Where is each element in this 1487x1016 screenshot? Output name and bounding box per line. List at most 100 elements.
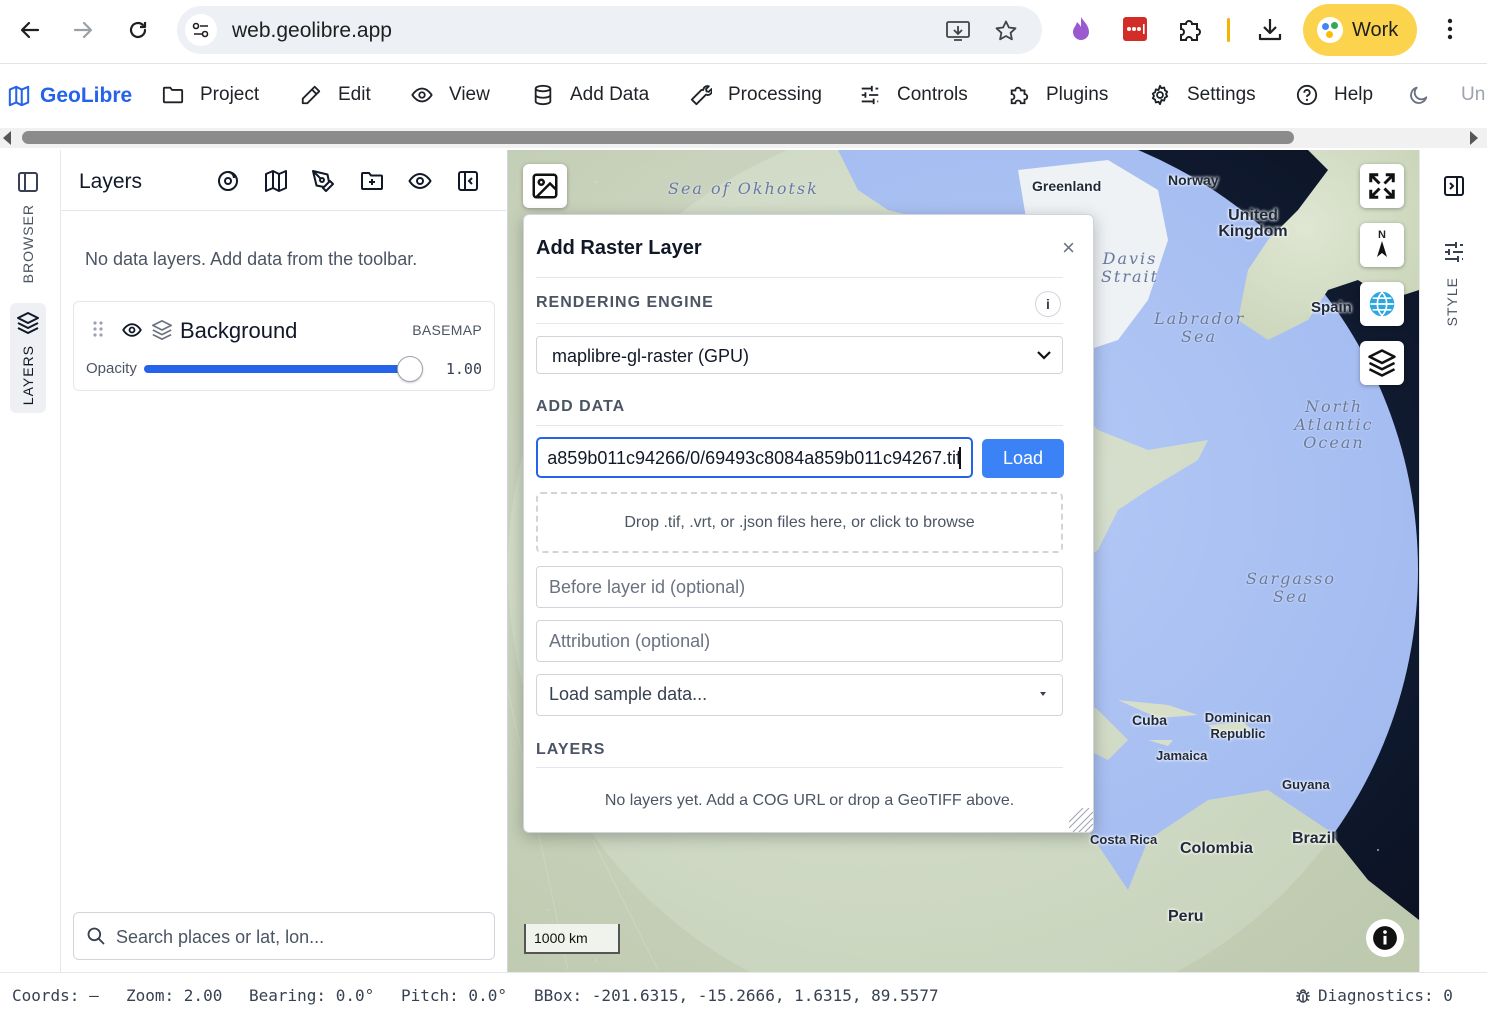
basemap-button[interactable] xyxy=(262,167,290,195)
theme-toggle-button[interactable] xyxy=(1408,84,1430,106)
eye-icon[interactable] xyxy=(121,320,143,340)
collapse-panel-button[interactable] xyxy=(454,167,482,195)
chevron-down-icon xyxy=(1037,351,1051,360)
before-layer-input[interactable] xyxy=(549,576,1049,598)
globe-projection-button[interactable] xyxy=(1360,282,1404,326)
menu-label: Add Data xyxy=(570,84,650,105)
rendering-engine-select[interactable]: maplibre-gl-raster (GPU) xyxy=(536,336,1063,374)
menu-add-data[interactable]: Add Data xyxy=(532,84,649,106)
forward-button[interactable] xyxy=(65,12,101,48)
menu-processing[interactable]: Processing xyxy=(690,84,822,106)
text-caret xyxy=(959,447,961,469)
cog-url-field[interactable] xyxy=(536,437,973,478)
folder-plus-icon xyxy=(361,172,383,190)
close-icon[interactable]: × xyxy=(1062,235,1075,261)
profile-avatar-icon xyxy=(1317,17,1343,43)
resize-handle-icon[interactable] xyxy=(1069,808,1093,832)
fullscreen-icon xyxy=(1369,173,1395,199)
tab-style-label[interactable]: STYLE xyxy=(1444,277,1460,326)
horizontal-scrollbar[interactable] xyxy=(0,128,1487,148)
menu-edit[interactable]: Edit xyxy=(300,84,371,106)
menu-label: Project xyxy=(200,84,260,105)
map-label: Costa Rica xyxy=(1090,832,1158,847)
gear-icon xyxy=(1151,84,1169,106)
load-button[interactable]: Load xyxy=(982,439,1064,478)
browser-menu-button[interactable] xyxy=(1435,14,1465,44)
sliders-icon[interactable] xyxy=(1442,240,1466,264)
attribution-input[interactable] xyxy=(549,630,1049,652)
brand-name: GeoLibre xyxy=(40,84,133,107)
menu-project[interactable]: Project xyxy=(162,84,259,106)
add-service-button[interactable] xyxy=(214,167,242,195)
diagnostics-button[interactable]: Diagnostics: 0 xyxy=(1294,986,1453,1005)
info-icon[interactable]: i xyxy=(1035,291,1061,317)
select-value: maplibre-gl-raster (GPU) xyxy=(552,346,750,366)
reload-button[interactable] xyxy=(120,12,156,48)
downloads-button[interactable] xyxy=(1255,14,1285,44)
url-text[interactable]: web.geolibre.app xyxy=(232,19,392,43)
attribution-field[interactable] xyxy=(536,620,1063,662)
app-logo[interactable]: GeoLibre xyxy=(8,84,132,108)
star-icon xyxy=(995,20,1017,41)
bookmark-button[interactable] xyxy=(993,18,1019,44)
site-settings-button[interactable] xyxy=(185,14,217,46)
map-label: Colombia xyxy=(1180,840,1253,857)
menu-settings[interactable]: Settings xyxy=(1149,84,1256,106)
opacity-label: Opacity xyxy=(86,360,137,377)
pitch-readout: Pitch: 0.0° xyxy=(401,986,507,1005)
back-button[interactable] xyxy=(12,12,48,48)
profile-button[interactable]: Work xyxy=(1303,4,1417,56)
extension-2-button[interactable] xyxy=(1120,14,1150,44)
sample-data-select[interactable]: Load sample data... xyxy=(536,674,1063,716)
cog-url-input[interactable] xyxy=(538,447,961,469)
menu-overflow-item[interactable]: Un xyxy=(1461,84,1485,106)
extensions-button[interactable] xyxy=(1175,14,1205,44)
flame-extension-icon xyxy=(1073,17,1089,40)
draw-button[interactable] xyxy=(309,167,337,195)
fullscreen-button[interactable] xyxy=(1360,164,1404,208)
sea-label: Sea of Okhotsk xyxy=(668,179,819,198)
compass-button[interactable]: N xyxy=(1360,223,1404,267)
extension-1-button[interactable] xyxy=(1066,14,1096,44)
map-label: Greenland xyxy=(1032,178,1102,194)
file-dropzone[interactable]: Drop .tif, .vrt, or .json files here, or… xyxy=(536,492,1063,553)
tune-icon xyxy=(192,22,209,38)
toggle-visibility-button[interactable] xyxy=(406,167,434,195)
add-raster-layer-dialog: Add Raster Layer × RENDERING ENGINE i ma… xyxy=(523,214,1094,833)
place-search[interactable] xyxy=(73,912,495,960)
tab-layers[interactable]: LAYERS xyxy=(10,303,46,413)
select-value: Load sample data... xyxy=(549,684,708,704)
add-group-button[interactable] xyxy=(358,167,386,195)
before-layer-field[interactable] xyxy=(536,566,1063,608)
scroll-left-arrow-icon[interactable] xyxy=(3,131,11,145)
reload-icon xyxy=(129,21,147,39)
menu-view[interactable]: View xyxy=(411,84,490,106)
arrow-right-icon xyxy=(73,21,93,39)
scroll-right-arrow-icon[interactable] xyxy=(1470,131,1478,145)
help-circle-icon xyxy=(1296,84,1318,106)
map-label: Guyana xyxy=(1282,777,1330,792)
map-label: Spain xyxy=(1311,299,1352,316)
divider xyxy=(536,323,1063,324)
menu-controls[interactable]: Controls xyxy=(859,84,968,106)
menu-help[interactable]: Help xyxy=(1296,84,1373,106)
layers-icon xyxy=(152,320,172,340)
map-label: Brazil xyxy=(1292,830,1336,847)
layer-control-button[interactable] xyxy=(1360,341,1404,385)
search-input[interactable] xyxy=(116,925,476,949)
opacity-slider-thumb[interactable] xyxy=(397,356,423,382)
menu-label: Processing xyxy=(728,84,822,105)
install-app-button[interactable] xyxy=(945,18,971,44)
install-icon xyxy=(946,21,970,41)
scrollbar-thumb[interactable] xyxy=(22,131,1294,144)
raster-layer-button[interactable] xyxy=(523,164,567,208)
menu-plugins[interactable]: Plugins xyxy=(1008,84,1108,106)
attribution-button[interactable] xyxy=(1366,919,1404,957)
download-icon xyxy=(1258,19,1282,41)
address-bar[interactable]: web.geolibre.app xyxy=(177,6,1042,54)
opacity-slider-track[interactable] xyxy=(144,365,416,373)
layers-panel-header: Layers xyxy=(61,150,508,211)
drag-handle-icon[interactable] xyxy=(92,320,104,338)
tab-browser[interactable]: BROWSER xyxy=(10,170,46,283)
panel-expand-icon[interactable] xyxy=(1442,174,1466,198)
